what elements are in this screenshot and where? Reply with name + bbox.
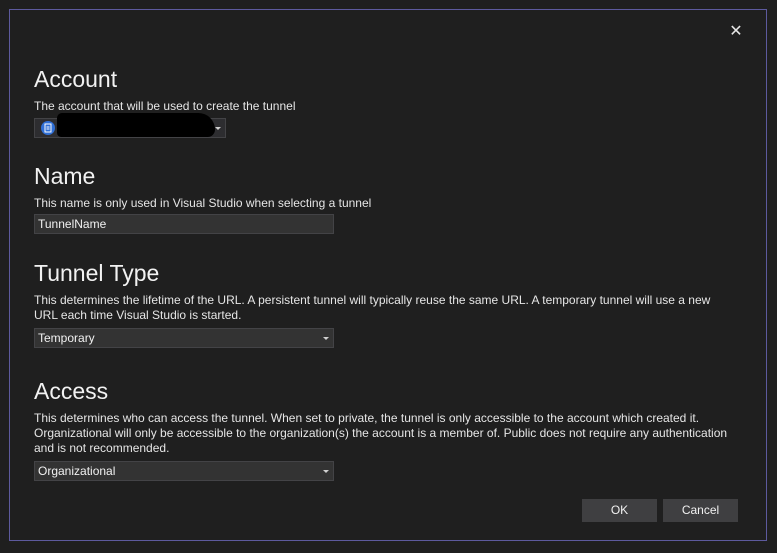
close-icon[interactable]: ✕ xyxy=(726,21,746,41)
tunnel-type-dropdown[interactable]: Temporary xyxy=(34,328,334,348)
tunnel-type-heading: Tunnel Type xyxy=(34,260,160,286)
name-heading: Name xyxy=(34,163,96,189)
name-description: This name is only used in Visual Studio … xyxy=(34,196,372,210)
create-tunnel-dialog: ✕ Account The account that will be used … xyxy=(9,9,767,541)
account-dropdown[interactable] xyxy=(34,113,226,138)
account-description: The account that will be used to create … xyxy=(34,99,296,113)
chevron-down-icon xyxy=(323,470,329,473)
account-heading: Account xyxy=(34,66,118,92)
access-description: This determines who can access the tunne… xyxy=(34,411,728,455)
tunnel-type-description: This determines the lifetime of the URL.… xyxy=(34,293,711,322)
chevron-down-icon xyxy=(215,127,221,130)
account-avatar-icon xyxy=(41,121,55,135)
ok-button[interactable]: OK xyxy=(582,499,657,522)
tunnel-name-input[interactable]: TunnelName xyxy=(34,214,334,234)
tunnel-type-selected-value: Temporary xyxy=(38,331,95,345)
access-dropdown[interactable]: Organizational xyxy=(34,461,334,481)
redacted-account-name xyxy=(57,113,215,137)
access-selected-value: Organizational xyxy=(38,464,116,478)
chevron-down-icon xyxy=(323,337,329,340)
access-heading: Access xyxy=(34,378,109,404)
cancel-button[interactable]: Cancel xyxy=(663,499,738,522)
